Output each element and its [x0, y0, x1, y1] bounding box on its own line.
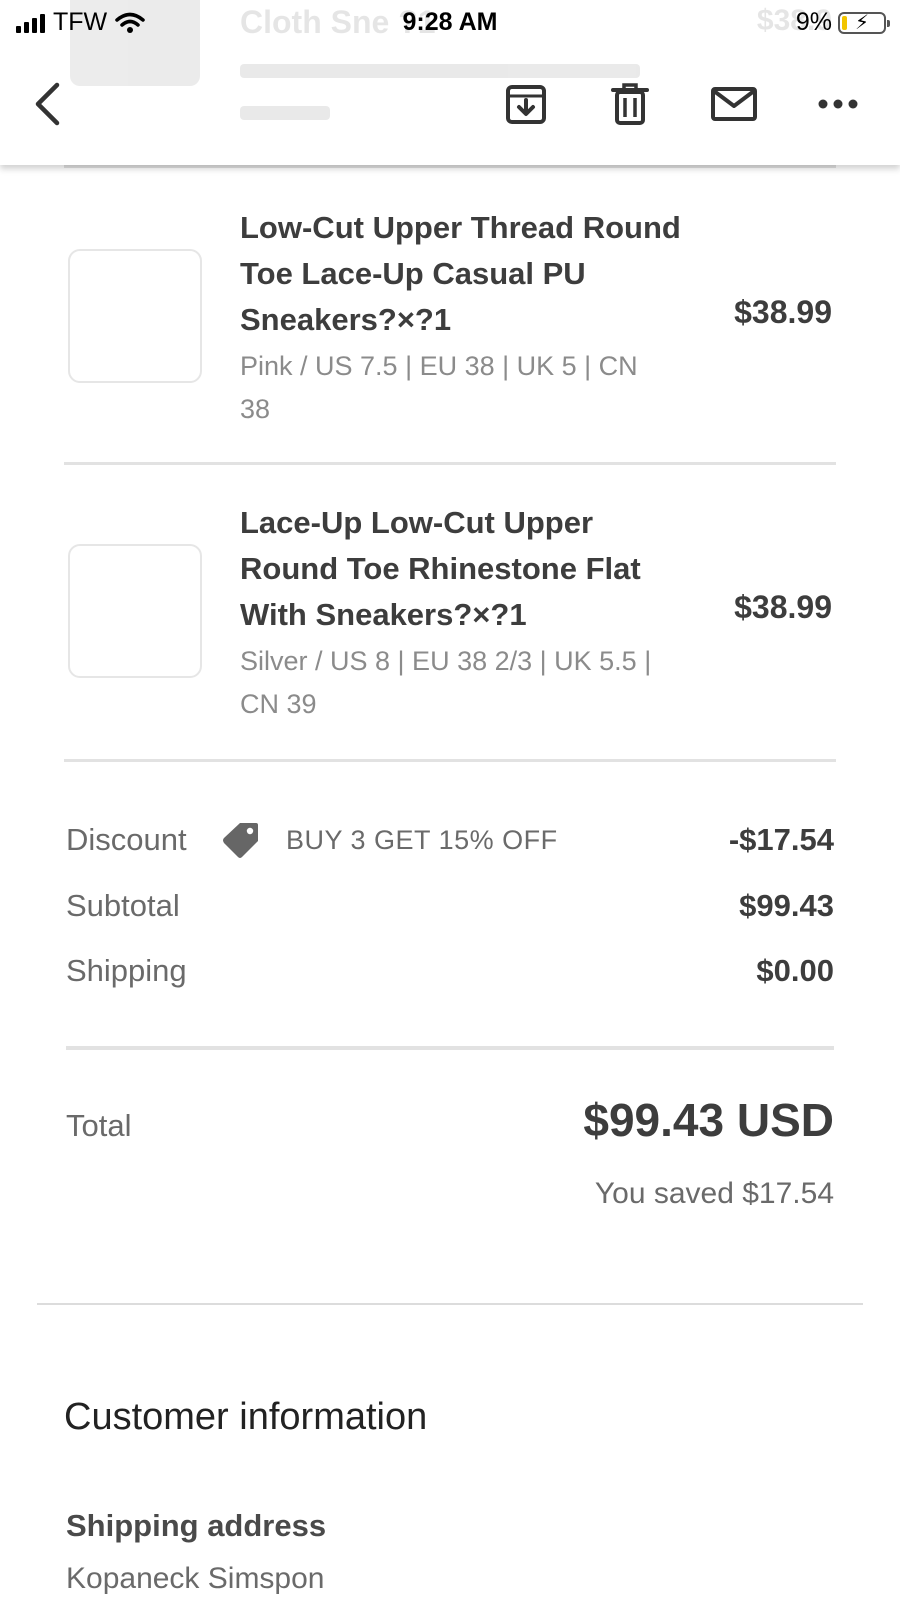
- archive-download-icon: [506, 85, 546, 124]
- item-price: $38.99: [734, 589, 832, 625]
- trash-icon: [611, 83, 649, 125]
- item-variant: Silver / US 8 | EU 38 2/3 | UK 5.5 | CN …: [240, 646, 652, 719]
- item-price: $38.99: [734, 294, 832, 330]
- savings-text: You saved $17.54: [594, 1177, 834, 1210]
- item-thumbnail: [68, 249, 202, 383]
- total-label: Total: [66, 1108, 132, 1143]
- status-right: 9% ⚡: [795, 8, 890, 37]
- shipping-label: Shipping: [66, 953, 187, 988]
- discount-row: Discount BUY 3 GET 15% OFF -$17.54: [66, 818, 834, 862]
- envelope-icon: [711, 87, 757, 121]
- archive-button[interactable]: [494, 72, 558, 136]
- item-divider: [64, 462, 836, 465]
- discount-code: BUY 3 GET 15% OFF: [286, 825, 558, 855]
- chevron-left-icon: [35, 82, 60, 126]
- summary-divider: [66, 1046, 834, 1050]
- customer-name: Kopaneck Simspon: [66, 1562, 325, 1595]
- mark-unread-button[interactable]: [702, 72, 766, 136]
- customer-info-heading: Customer information: [64, 1396, 428, 1438]
- shipping-address-label: Shipping address: [66, 1508, 327, 1543]
- delete-button[interactable]: [598, 72, 662, 136]
- total-value: $99.43 USD: [583, 1094, 834, 1146]
- item-variant: Pink / US 7.5 | EU 38 | UK 5 | CN 38: [240, 351, 638, 424]
- price-tag-icon: [223, 823, 258, 858]
- subtotal-value: $99.43: [739, 888, 834, 923]
- more-options-button[interactable]: [806, 72, 870, 136]
- discount-value: -$17.54: [728, 822, 834, 857]
- battery-icon: ⚡: [838, 11, 890, 34]
- shipping-row: Shipping $0.00: [66, 949, 834, 993]
- more-horizontal-icon: [818, 99, 858, 109]
- item-divider: [64, 759, 836, 762]
- section-divider: [37, 1303, 863, 1305]
- email-order-page: TFW 9:28 AM 9% ⚡ Cloth Sne ?1 $38.9 Low-…: [0, 0, 900, 1600]
- order-item[interactable]: Low-Cut Upper Thread Round Toe Lace-Up C…: [64, 200, 836, 440]
- subtotal-row: Subtotal $99.43: [66, 884, 834, 928]
- back-button[interactable]: [16, 72, 80, 136]
- item-title: Low-Cut Upper Thread Round Toe Lace-Up C…: [240, 210, 681, 337]
- item-thumbnail: [68, 544, 202, 678]
- battery-percent: 9%: [795, 8, 832, 36]
- subtotal-label: Subtotal: [66, 888, 180, 923]
- status-time: 9:28 AM: [402, 8, 498, 36]
- status-bar: TFW 9:28 AM 9% ⚡: [0, 0, 900, 46]
- item-title: Lace-Up Low-Cut Upper Round Toe Rhinesto…: [240, 505, 641, 632]
- order-item[interactable]: Lace-Up Low-Cut Upper Round Toe Rhinesto…: [64, 495, 836, 735]
- shipping-value: $0.00: [756, 953, 834, 988]
- discount-label: Discount: [66, 822, 187, 857]
- item-divider: [64, 165, 836, 168]
